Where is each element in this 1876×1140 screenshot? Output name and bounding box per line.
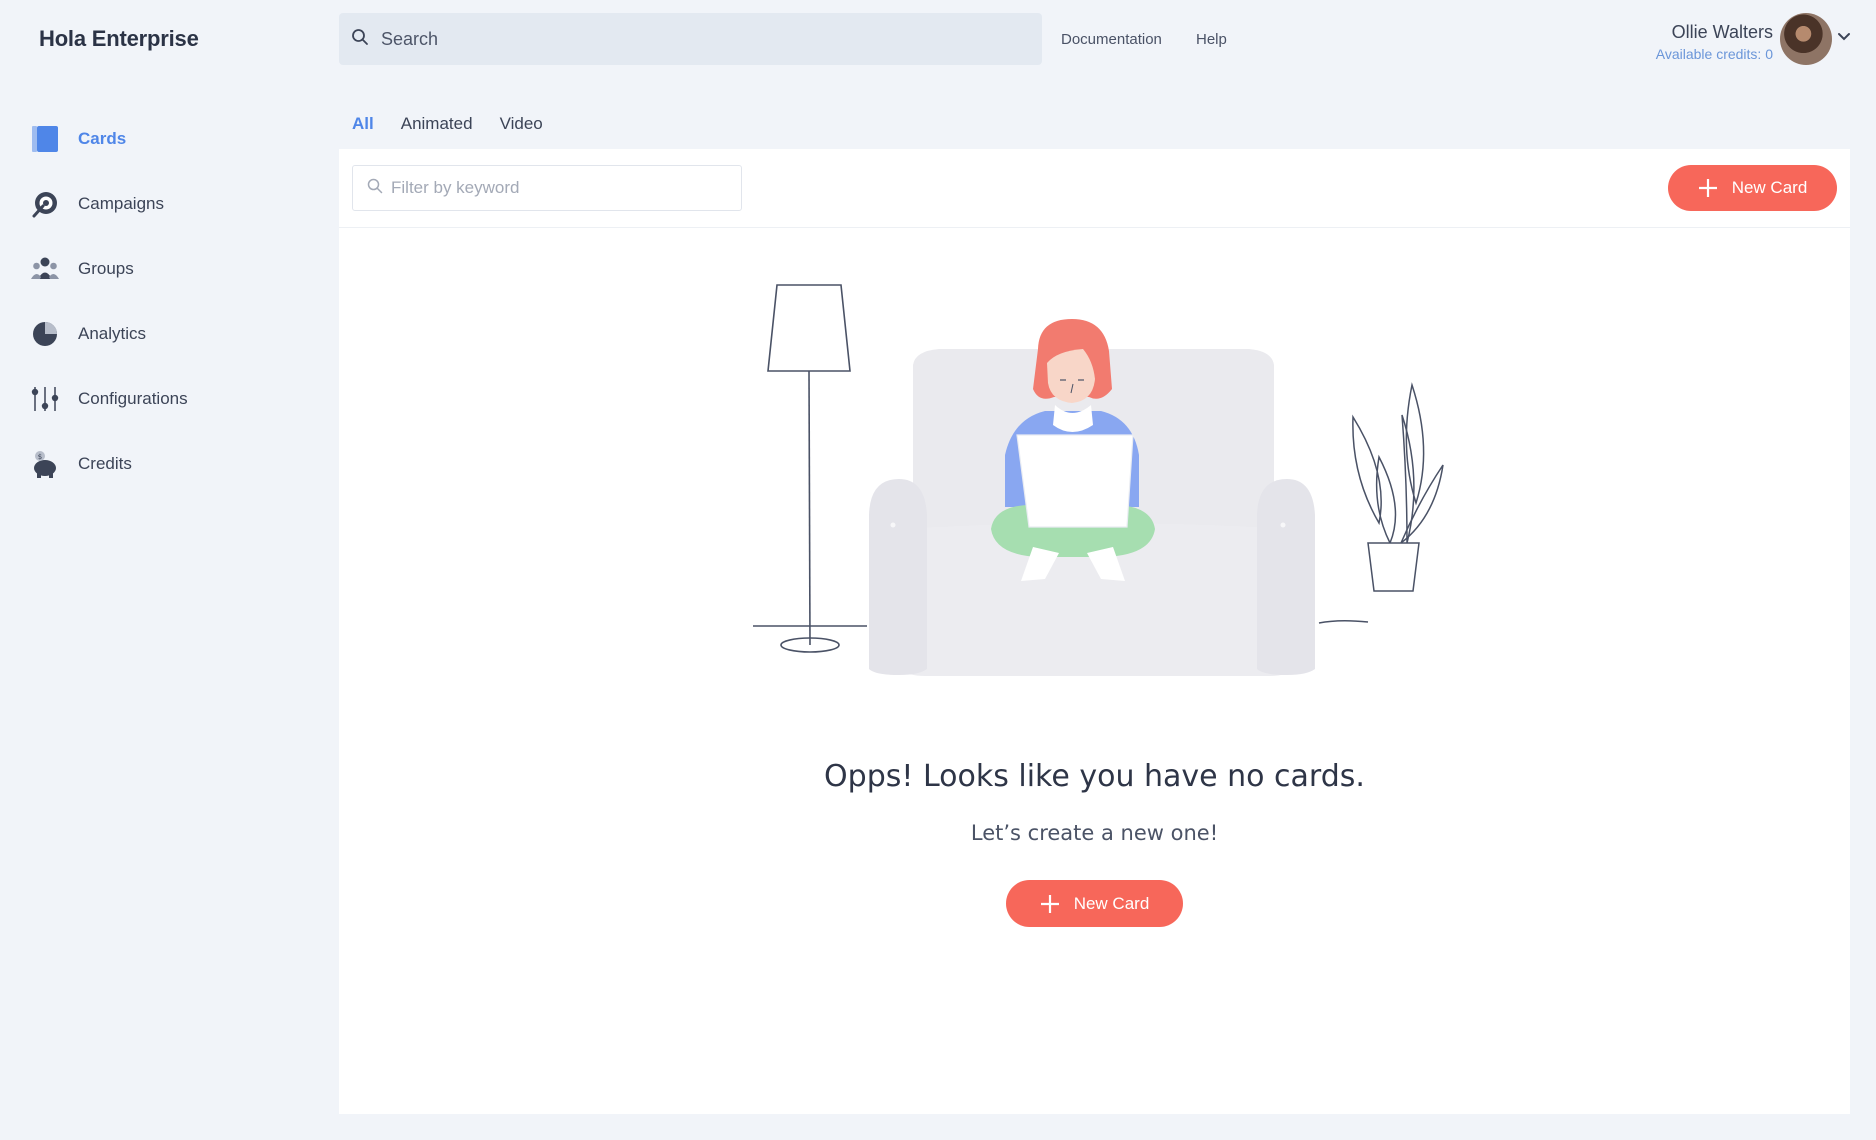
chevron-down-icon[interactable] <box>1837 32 1851 42</box>
documentation-link[interactable]: Documentation <box>1061 31 1162 48</box>
tab-video[interactable]: Video <box>500 114 543 134</box>
user-info[interactable]: Ollie Walters Available credits: 0 <box>1656 22 1773 62</box>
search-icon <box>367 178 383 199</box>
sidebar-item-configurations[interactable]: Configurations <box>30 366 320 431</box>
sidebar-nav: Cards Campaigns Groups Analytics Configu… <box>30 106 320 496</box>
plus-icon <box>1698 179 1717 197</box>
sidebar-item-cards[interactable]: Cards <box>30 106 320 171</box>
svg-text:$: $ <box>38 453 42 461</box>
sidebar-item-label: Configurations <box>78 388 188 408</box>
sidebar-item-label: Campaigns <box>78 193 164 213</box>
global-search-bar[interactable]: Search <box>339 13 1042 65</box>
empty-state-subtitle: Let’s create a new one! <box>970 821 1219 845</box>
new-card-button[interactable]: New Card <box>1668 165 1837 211</box>
sidebar-item-groups[interactable]: Groups <box>30 236 320 301</box>
empty-state-title: Opps! Looks like you have no cards. <box>824 759 1365 794</box>
help-link[interactable]: Help <box>1196 31 1227 48</box>
groups-icon <box>30 254 60 284</box>
create-new-card-button-label: New Card <box>1073 893 1150 913</box>
campaigns-icon <box>30 189 60 219</box>
brand-logo-text[interactable]: Hola Enterprise <box>39 26 199 52</box>
sidebar-item-label: Cards <box>78 128 127 148</box>
plus-icon <box>1040 894 1059 913</box>
filter-field[interactable] <box>352 165 742 211</box>
new-card-button-label: New Card <box>1731 178 1808 197</box>
empty-state-illustration <box>753 284 1444 676</box>
potted-plant-illustration <box>1318 382 1444 624</box>
sidebar-item-credits[interactable]: $ Credits <box>30 431 320 496</box>
piggy-bank-icon: $ <box>30 449 60 479</box>
search-icon <box>351 28 369 51</box>
avatar[interactable] <box>1780 13 1832 65</box>
cards-toolbar: New Card <box>339 149 1850 228</box>
global-search-placeholder: Search <box>381 28 439 49</box>
card-type-tabs: All Animated Video <box>352 114 543 134</box>
floor-lamp-illustration <box>753 284 867 653</box>
analytics-pie-icon <box>30 319 60 349</box>
sidebar-item-label: Groups <box>78 258 134 278</box>
cards-panel: New Card <box>339 149 1850 1114</box>
sidebar-item-campaigns[interactable]: Campaigns <box>30 171 320 236</box>
cards-icon <box>30 124 60 154</box>
available-credits: Available credits: 0 <box>1655 46 1773 62</box>
sidebar-item-label: Credits <box>78 453 132 473</box>
sidebar-item-analytics[interactable]: Analytics <box>30 301 320 366</box>
create-new-card-button[interactable]: New Card <box>1006 880 1183 927</box>
filter-input[interactable] <box>391 178 731 198</box>
tab-all[interactable]: All <box>352 114 374 134</box>
sidebar-item-label: Analytics <box>78 323 147 343</box>
user-name: Ollie Walters <box>1671 22 1773 42</box>
tab-animated[interactable]: Animated <box>401 114 473 134</box>
sliders-icon <box>30 384 60 414</box>
